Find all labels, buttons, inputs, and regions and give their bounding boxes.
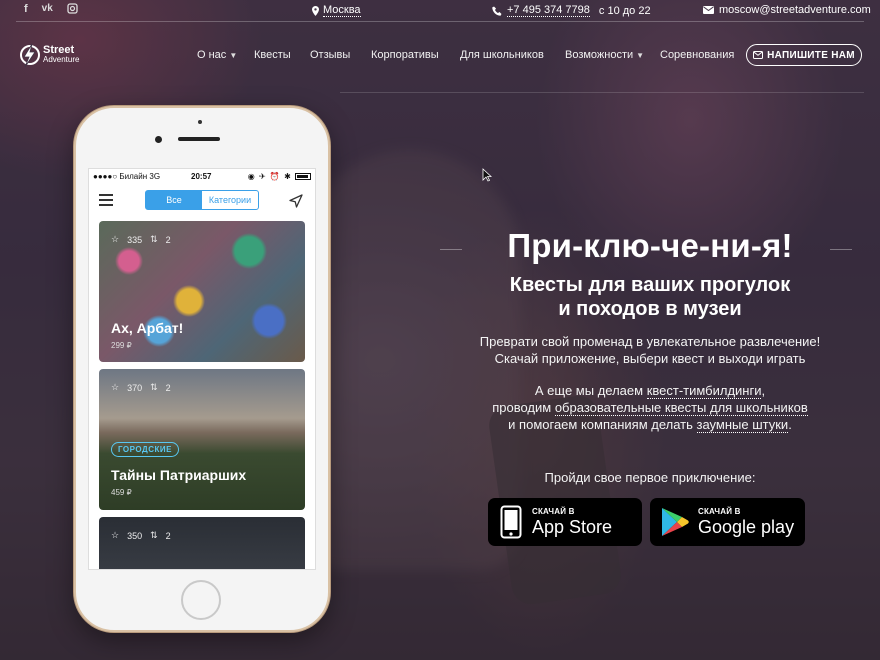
hamburger-menu-icon[interactable] bbox=[99, 194, 113, 206]
city-name: Москва bbox=[323, 4, 361, 17]
location-arrow-icon[interactable] bbox=[289, 194, 303, 208]
school-quests-link[interactable]: образовательные квесты для школьников bbox=[554, 400, 808, 416]
mouse-cursor-icon bbox=[482, 168, 492, 182]
status-bar: ●●●●○ Билайн 3G 20:57 ◉ ✈ ⏰ ✱ bbox=[89, 169, 315, 185]
quest-rating: 350 bbox=[127, 530, 143, 541]
download-cta: Пройди свое первое приключение: bbox=[544, 470, 756, 485]
quest-title: Ах, Арбат! bbox=[111, 320, 184, 336]
logo-mark-icon bbox=[20, 43, 40, 68]
envelope-icon bbox=[703, 6, 714, 14]
nav-item-label: О нас bbox=[197, 49, 227, 61]
quest-count: 2 bbox=[165, 530, 171, 541]
email-address: moscow@streetadventure.com bbox=[719, 4, 871, 16]
route-icon: ⇅ bbox=[150, 530, 158, 540]
segment-control: Все Категории bbox=[145, 190, 259, 210]
googleplay-small-label: СКАЧАЙ В bbox=[698, 506, 741, 516]
quest-count: 2 bbox=[165, 234, 171, 245]
email-contact[interactable]: moscow@streetadventure.com bbox=[703, 4, 871, 16]
top-bar: f vk Москва +7 495 374 7798 с 10 до 22 m… bbox=[0, 0, 880, 20]
quest-card[interactable]: ☆ 370 ⇅ 2 ГОРОДСКИЕ Тайны Патриарших 459 ₽ bbox=[99, 369, 305, 510]
google-play-icon bbox=[662, 508, 689, 536]
phone-camera bbox=[155, 136, 162, 143]
app-toolbar: Все Категории bbox=[89, 185, 315, 217]
teambuilding-link[interactable]: квест-тимбилдинги bbox=[646, 383, 762, 399]
services-mid: проводим bbox=[492, 400, 552, 415]
hero-intro-line1: Преврати свой променад в увлекательное р… bbox=[479, 334, 821, 349]
nav-item-about[interactable]: О нас ▼ bbox=[197, 49, 237, 61]
phone-home-button bbox=[181, 580, 221, 620]
hero-subtitle: Квесты для ваших прогулок и походов в му… bbox=[440, 273, 860, 321]
quest-rating: 335 bbox=[127, 234, 143, 245]
appstore-label: App Store bbox=[532, 516, 613, 537]
quest-price: 299 ₽ bbox=[111, 341, 132, 350]
chevron-down-icon: ▼ bbox=[229, 51, 238, 60]
network: 3G bbox=[149, 172, 161, 181]
instagram-icon[interactable] bbox=[67, 3, 78, 17]
nav-item-features[interactable]: Возможности ▼ bbox=[565, 49, 644, 61]
phone-screen: ●●●●○ Билайн 3G 20:57 ◉ ✈ ⏰ ✱ Все Катего… bbox=[88, 168, 316, 570]
logo-line1: Street bbox=[43, 44, 75, 56]
route-icon: ⇅ bbox=[150, 234, 158, 244]
iphone-icon bbox=[500, 505, 522, 539]
chevron-down-icon: ▼ bbox=[636, 51, 645, 60]
logo[interactable]: Street Adventure bbox=[18, 42, 79, 68]
phone-number[interactable]: +7 495 374 7798 bbox=[507, 4, 590, 17]
write-us-label: НАПИШИТЕ НАМ bbox=[767, 49, 855, 61]
facebook-icon[interactable]: f bbox=[24, 3, 28, 17]
phone-icon bbox=[492, 6, 502, 16]
nav-item-reviews[interactable]: Отзывы bbox=[310, 49, 350, 61]
quest-count: 2 bbox=[165, 382, 171, 393]
googleplay-button[interactable]: СКАЧАЙ В Google play bbox=[650, 498, 805, 546]
hero-intro: Преврати свой променад в увлекательное р… bbox=[440, 333, 860, 367]
nav-item-label: Возможности bbox=[565, 49, 634, 61]
googleplay-label: Google play bbox=[698, 516, 795, 537]
hero-subtitle-line1: Квесты для ваших прогулок bbox=[509, 274, 791, 296]
phone-speaker bbox=[178, 137, 220, 141]
segment-categories[interactable]: Категории bbox=[202, 191, 258, 209]
appstore-small-label: СКАЧАЙ В bbox=[532, 506, 575, 516]
nav-item-schools[interactable]: Для школьников bbox=[460, 49, 544, 61]
smart-stuff-link[interactable]: заумные штуки bbox=[696, 417, 789, 433]
city-selector[interactable]: Москва bbox=[312, 4, 361, 17]
working-hours: с 10 до 22 bbox=[598, 4, 651, 17]
hero-intro-line2: Скачай приложение, выбери квест и выходи… bbox=[494, 351, 806, 366]
quest-title: Тайны Патриарших bbox=[111, 467, 247, 483]
segment-all[interactable]: Все bbox=[146, 191, 202, 209]
quest-card[interactable]: ☆ 350 ⇅ 2 bbox=[99, 517, 305, 569]
quest-category-badge: ГОРОДСКИЕ bbox=[111, 442, 179, 457]
write-us-button[interactable]: НАПИШИТЕ НАМ bbox=[746, 44, 862, 66]
status-time: 20:57 bbox=[191, 172, 212, 181]
quest-rating: 370 bbox=[127, 382, 143, 393]
nav-item-competitions[interactable]: Соревнования bbox=[660, 49, 734, 61]
star-icon: ☆ bbox=[111, 382, 120, 392]
hero-title: При-клю-че-ни-я! bbox=[507, 227, 793, 264]
signal-icon: ●●●●○ bbox=[93, 172, 118, 181]
vk-icon[interactable]: vk bbox=[42, 3, 53, 17]
hero-subtitle-line2: и походов в музеи bbox=[558, 298, 742, 320]
quest-price: 459 ₽ bbox=[111, 488, 132, 497]
status-icons: ◉ ✈ ⏰ ✱ bbox=[248, 172, 311, 181]
social-links: f vk bbox=[24, 3, 78, 17]
services-end: и помогаем компаниям делать bbox=[508, 417, 693, 432]
star-icon: ☆ bbox=[111, 234, 120, 244]
nav-divider bbox=[340, 92, 864, 93]
topbar-divider bbox=[16, 21, 864, 22]
hero-services: А еще мы делаем квест-тимбилдинги, прово… bbox=[492, 383, 808, 433]
phone-sensor bbox=[198, 120, 202, 124]
quest-card[interactable]: ☆ 335 ⇅ 2 Ах, Арбат! 299 ₽ bbox=[99, 221, 305, 362]
phone-contact: +7 495 374 7798 с 10 до 22 bbox=[492, 4, 651, 17]
logo-line2: Adventure bbox=[43, 55, 80, 64]
carrier: Билайн bbox=[119, 172, 148, 181]
envelope-icon bbox=[753, 51, 764, 59]
nav-item-quests[interactable]: Квесты bbox=[254, 49, 291, 61]
location-pin-icon bbox=[312, 5, 319, 16]
nav-item-corporate[interactable]: Корпоративы bbox=[371, 49, 439, 61]
services-prefix: А еще мы делаем bbox=[534, 383, 644, 398]
appstore-button[interactable]: СКАЧАЙ В App Store bbox=[488, 498, 642, 546]
route-icon: ⇅ bbox=[150, 382, 158, 392]
star-icon: ☆ bbox=[111, 530, 120, 540]
battery-icon bbox=[295, 173, 311, 181]
